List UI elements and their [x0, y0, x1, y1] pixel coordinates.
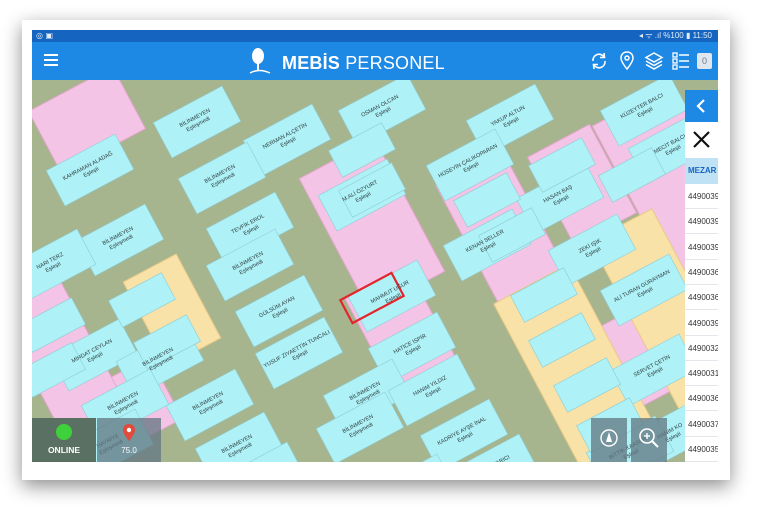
- chevron-left-icon: [696, 99, 705, 113]
- side-panel-row[interactable]: 4490032: [685, 336, 718, 361]
- map-pin-icon: [123, 424, 135, 441]
- hamburger-menu-icon[interactable]: [44, 54, 58, 66]
- status-left-icons: ◎ ▣: [36, 31, 54, 40]
- zoom-in-icon: [639, 428, 659, 448]
- side-panel-row[interactable]: 4490039: [685, 311, 718, 336]
- location-pin-icon[interactable]: [616, 50, 638, 72]
- side-panel-row[interactable]: 4490039: [685, 235, 718, 260]
- side-panel-close-button[interactable]: [685, 124, 718, 156]
- status-right-info: ◂ ᯤ .ıl %100 ▮ 11:50: [639, 31, 712, 40]
- list-icon[interactable]: [670, 50, 692, 72]
- side-panel-row[interactable]: 4490031: [685, 361, 718, 387]
- side-panel-back-button[interactable]: [685, 90, 718, 122]
- side-panel-row[interactable]: 4490037: [685, 412, 718, 437]
- side-panel-row[interactable]: 4490036: [685, 285, 718, 311]
- app-title: MEBİS PERSONEL: [282, 53, 445, 74]
- compass-icon: [600, 429, 618, 447]
- cemetery-map[interactable]: BİLİNMEYEN Eşleşmedi NERMAN ALÇETİN Eşleşti…: [32, 80, 718, 462]
- brand-rest: PERSONEL: [340, 53, 445, 73]
- side-panel-row[interactable]: 4490039: [685, 209, 718, 235]
- online-label: ONLINE: [47, 445, 81, 455]
- refresh-icon[interactable]: [588, 50, 610, 72]
- side-panel-row[interactable]: 4490035: [685, 437, 718, 462]
- compass-button[interactable]: [591, 418, 627, 462]
- side-panel-row[interactable]: 4490036: [685, 260, 718, 285]
- side-panel-row[interactable]: 4490036: [685, 386, 718, 412]
- gps-accuracy-value: 75.0: [121, 446, 137, 455]
- close-icon: [693, 131, 710, 148]
- online-indicator: [56, 424, 72, 440]
- tree-logo-icon: [249, 48, 271, 74]
- gps-accuracy-button[interactable]: 75.0: [97, 418, 161, 462]
- side-panel-row[interactable]: 4490039: [685, 184, 718, 209]
- layers-icon[interactable]: [643, 50, 665, 72]
- online-status-button[interactable]: ONLINE: [32, 418, 96, 462]
- notification-badge[interactable]: 0: [697, 53, 712, 69]
- app-bar: MEBİS PERSONEL 0: [32, 42, 718, 80]
- status-bar: ◎ ▣ ◂ ᯤ .ıl %100 ▮ 11:50: [32, 30, 718, 42]
- zoom-in-button[interactable]: [631, 418, 667, 462]
- brand-bold: MEBİS: [282, 53, 341, 73]
- tablet-screen: ◎ ▣ ◂ ᯤ .ıl %100 ▮ 11:50 MEBİS PERSONEL: [32, 30, 718, 462]
- side-panel-header: MEZAR: [685, 158, 718, 184]
